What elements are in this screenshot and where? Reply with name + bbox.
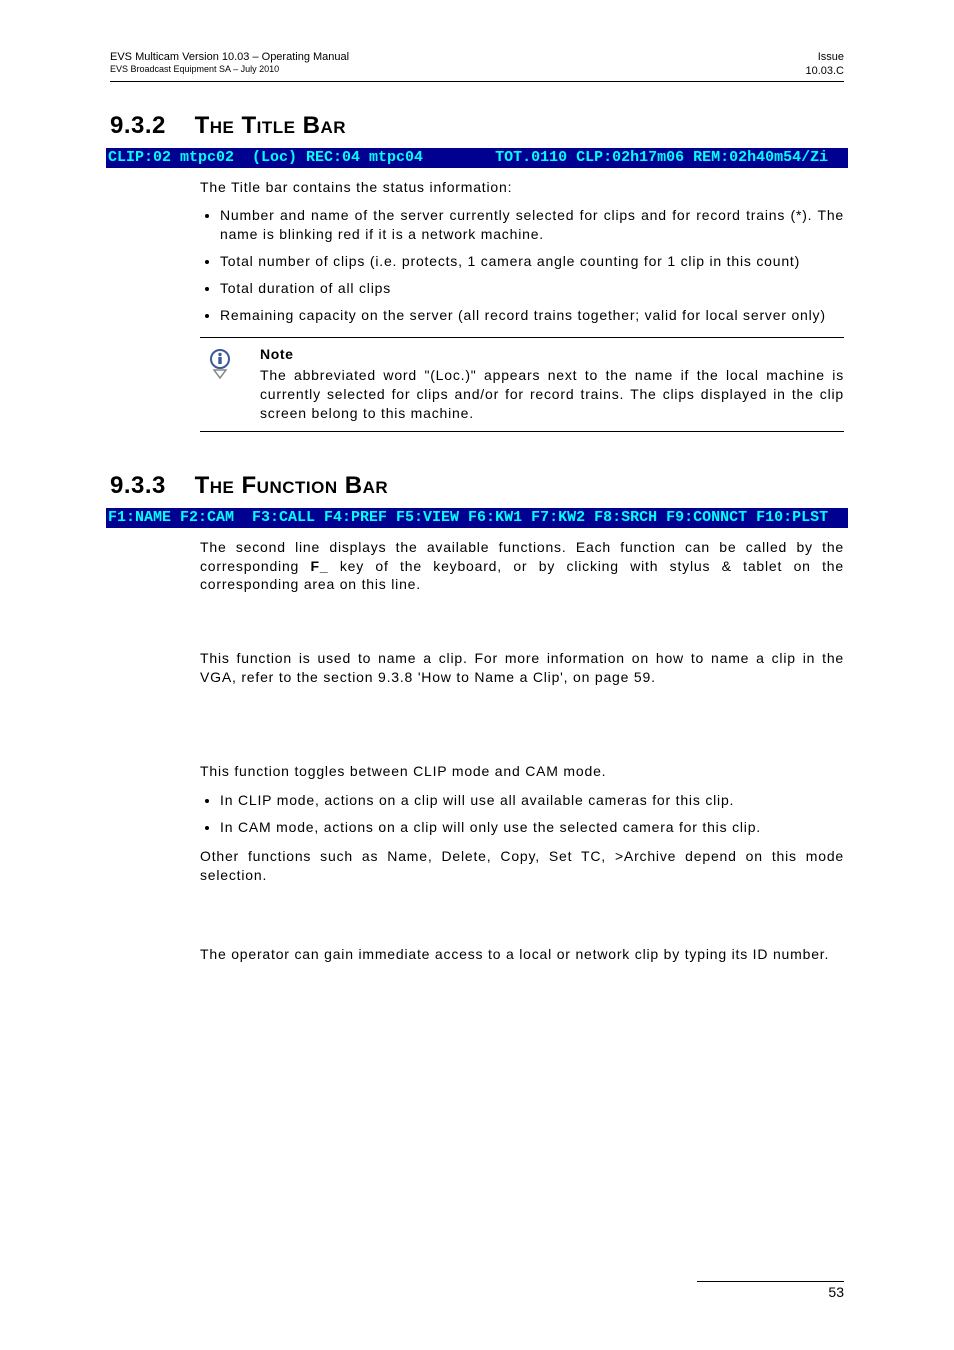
other-functions-text: Other functions such as Name, Delete, Co… [200, 847, 844, 885]
page-footer: 53 [110, 1281, 844, 1300]
note-text: Note The abbreviated word "(Loc.)" appea… [260, 346, 844, 423]
intro-text: The Title bar contains the status inform… [200, 178, 844, 197]
function-bar-screenshot: F1:NAME F2:CAM F3:CALL F4:PREF F5:VIEW F… [106, 508, 848, 528]
list-item: Number and name of the server currently … [220, 206, 844, 244]
section-title-933: 9.3.3 The Function Bar [110, 472, 844, 500]
header-left-line1: EVS Multicam Version 10.03 – Operating M… [110, 50, 349, 64]
note-heading: Note [260, 346, 844, 362]
section-heading: The Function Bar [195, 472, 389, 499]
note-body: The abbreviated word "(Loc.)" appears ne… [260, 366, 844, 423]
function-bar-intro: The second line displays the available f… [200, 538, 844, 595]
title-bar-screenshot: CLIP:02 mtpc02 (Loc) REC:04 mtpc04 TOT.0… [106, 148, 848, 168]
cam-toggle-text: This function toggles between CLIP mode … [200, 762, 844, 781]
page-number: 53 [110, 1284, 844, 1300]
section-title-932: 9.3.2 The Title Bar [110, 112, 844, 140]
list-item: Total duration of all clips [220, 279, 844, 298]
title-bar-bullets: Number and name of the server currently … [200, 206, 844, 324]
name-function-text: This function is used to name a clip. Fo… [200, 649, 844, 687]
section-heading: The Title Bar [195, 112, 347, 139]
fkey-label: F_ [311, 558, 329, 574]
list-item: Total number of clips (i.e. protects, 1 … [220, 252, 844, 271]
cam-mode-bullets: In CLIP mode, actions on a clip will use… [200, 791, 844, 837]
list-item: Remaining capacity on the server (all re… [220, 306, 844, 325]
list-item: In CLIP mode, actions on a clip will use… [220, 791, 844, 810]
header-right-line2: 10.03.C [805, 64, 844, 78]
header-right-line1: Issue [805, 50, 844, 64]
note-block: Note The abbreviated word "(Loc.)" appea… [200, 337, 844, 432]
footer-rule [697, 1281, 844, 1282]
header-rule [110, 81, 844, 82]
note-icon [200, 346, 240, 385]
operator-access-text: The operator can gain immediate access t… [200, 945, 844, 964]
header-right: Issue 10.03.C [805, 50, 844, 79]
header-left-line2: EVS Broadcast Equipment SA – July 2010 [110, 64, 349, 76]
list-item: In CAM mode, actions on a clip will only… [220, 818, 844, 837]
header-left: EVS Multicam Version 10.03 – Operating M… [110, 50, 349, 79]
section-number: 9.3.3 [110, 472, 166, 499]
page-header: EVS Multicam Version 10.03 – Operating M… [110, 50, 844, 79]
section-number: 9.3.2 [110, 112, 166, 139]
